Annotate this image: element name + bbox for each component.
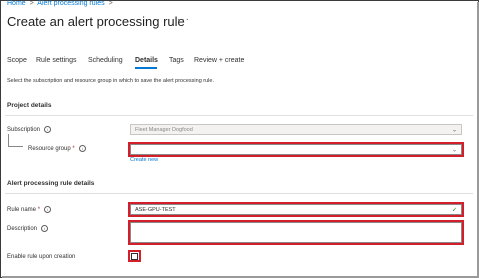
- info-icon[interactable]: i: [44, 126, 52, 133]
- required-asterisk: *: [72, 146, 75, 153]
- project-details-heading: Project details: [7, 102, 52, 109]
- rule-name-label-text: Rule name: [7, 207, 37, 214]
- breadcrumb: Home > Alert processing rules >: [7, 0, 115, 7]
- info-icon[interactable]: i: [41, 225, 49, 232]
- rule-name-label: Rule name * i: [7, 206, 52, 214]
- subscription-label-text: Subscription: [7, 127, 41, 134]
- info-icon[interactable]: i: [44, 206, 52, 213]
- description-textarea[interactable]: [130, 222, 462, 243]
- tab-scope[interactable]: Scope: [7, 57, 27, 64]
- resource-group-label-text: Resource group: [28, 146, 71, 153]
- enable-rule-label: Enable rule upon creation: [7, 254, 76, 260]
- resource-group-dropdown[interactable]: ⌄: [130, 144, 462, 155]
- tab-details[interactable]: Details: [135, 57, 158, 64]
- breadcrumb-alert-processing-rules[interactable]: Alert processing rules: [37, 0, 104, 7]
- create-new-link[interactable]: Create new: [130, 157, 158, 163]
- section-divider: [5, 193, 473, 194]
- description-label: Description i: [7, 225, 49, 233]
- tree-connector: [8, 146, 23, 147]
- breadcrumb-separator: >: [29, 0, 34, 7]
- required-asterisk: *: [37, 207, 41, 214]
- check-icon: ✓: [451, 207, 457, 213]
- tab-review-create[interactable]: Review + create: [194, 57, 244, 64]
- rule-name-value: ASE-GPU-TEST: [135, 206, 176, 213]
- description-label-text: Description: [7, 226, 38, 233]
- more-options-button[interactable]: ···: [177, 14, 190, 25]
- section-divider: [5, 115, 473, 116]
- rule-details-heading: Alert processing rule details: [7, 180, 95, 187]
- subscription-label: Subscription i: [7, 126, 52, 134]
- details-description: Select the subscription and resource gro…: [7, 78, 214, 84]
- tab-tags[interactable]: Tags: [169, 57, 184, 64]
- info-icon[interactable]: i: [78, 145, 86, 152]
- tree-connector: [8, 134, 9, 146]
- enable-rule-checkbox[interactable]: [131, 253, 138, 260]
- subscription-dropdown[interactable]: Fleet Manager Dogfood ⌄: [130, 124, 462, 135]
- resource-group-label: Resource group * i: [28, 145, 86, 152]
- tab-rule-settings[interactable]: Rule settings: [36, 57, 76, 64]
- breadcrumb-separator: >: [108, 0, 113, 7]
- page-title: Create an alert processing rule: [7, 14, 185, 29]
- chevron-down-icon: ⌄: [451, 127, 457, 133]
- chevron-down-icon: ⌄: [451, 147, 457, 153]
- breadcrumb-home[interactable]: Home: [7, 0, 26, 7]
- rule-name-input[interactable]: ASE-GPU-TEST ✓: [130, 204, 462, 215]
- active-tab-indicator: [135, 67, 157, 69]
- tab-scheduling[interactable]: Scheduling: [88, 57, 123, 64]
- subscription-value: Fleet Manager Dogfood: [135, 126, 193, 133]
